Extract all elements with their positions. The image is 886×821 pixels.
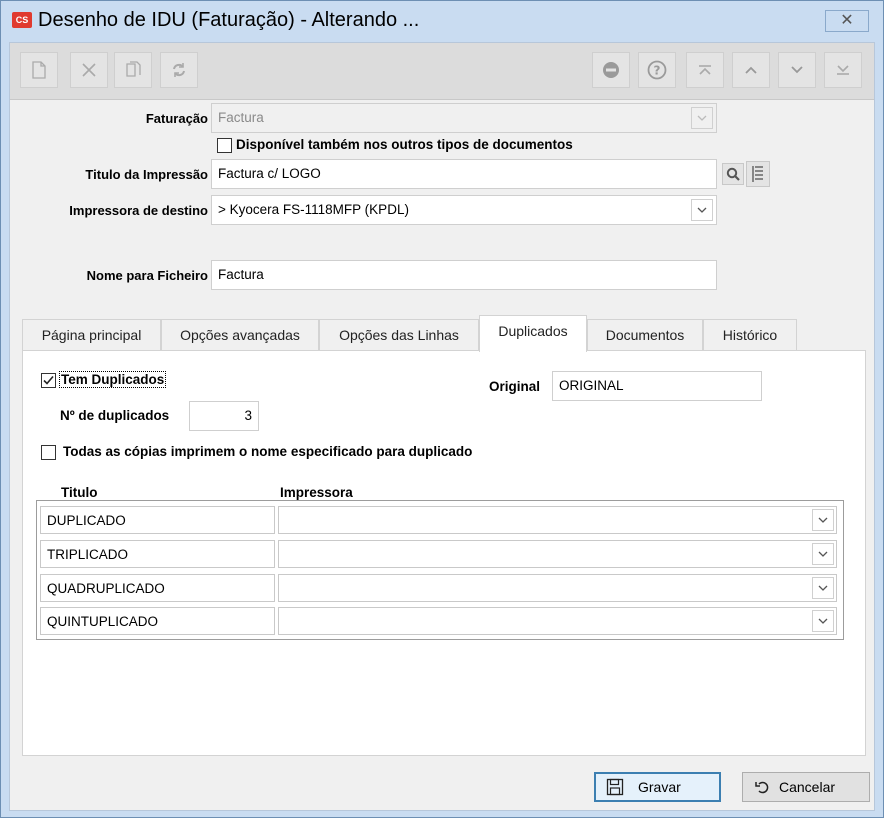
- save-icon: [606, 778, 624, 796]
- svg-text:?: ?: [654, 64, 661, 78]
- nome-ficheiro-label: Nome para Ficheiro: [86, 268, 208, 283]
- impressora-destino-select[interactable]: > Kyocera FS-1118MFP (KPDL): [211, 195, 717, 225]
- gravar-button[interactable]: Gravar: [594, 772, 721, 802]
- nome-ficheiro-value: Factura: [218, 267, 264, 282]
- client-area: ? Faturação Factura Disponível também no…: [9, 42, 875, 811]
- tab-duplicados[interactable]: Duplicados: [479, 315, 587, 352]
- nome-ficheiro-input[interactable]: Factura: [211, 260, 717, 290]
- column-header-titulo: Titulo: [61, 485, 98, 500]
- cancelar-button[interactable]: Cancelar: [742, 772, 870, 802]
- app-icon: CS: [12, 12, 32, 28]
- chevron-down-icon: [812, 610, 834, 632]
- search-button[interactable]: [722, 163, 744, 185]
- window-title: Desenho de IDU (Faturação) - Alterando .…: [38, 9, 420, 31]
- tab-pagina-principal[interactable]: Página principal: [22, 319, 161, 351]
- titulo-cell[interactable]: QUADRUPLICADO: [40, 574, 275, 602]
- delete-icon: [82, 63, 96, 77]
- chevron-down-icon: [812, 509, 834, 531]
- faturacao-select[interactable]: Factura: [211, 103, 717, 133]
- options-button[interactable]: [592, 52, 630, 88]
- first-record-icon: [699, 65, 711, 75]
- next-record-icon: [791, 66, 803, 74]
- num-duplicados-label: Nº de duplicados: [60, 408, 170, 423]
- chevron-down-icon: [691, 199, 713, 221]
- refresh-button[interactable]: [160, 52, 198, 88]
- tab-opcoes-das-linhas[interactable]: Opções das Linhas: [319, 319, 479, 351]
- num-duplicados-input[interactable]: 3: [189, 401, 259, 431]
- refresh-icon: [173, 63, 185, 77]
- search-icon: [726, 167, 740, 181]
- tem-duplicados-label: Tem Duplicados: [59, 371, 167, 388]
- original-input[interactable]: ORIGINAL: [552, 371, 762, 401]
- titulo-cell[interactable]: DUPLICADO: [40, 506, 275, 534]
- chevron-down-icon: [691, 107, 713, 129]
- titulo-impressao-label: Titulo da Impressão: [85, 167, 208, 182]
- tab-opcoes-avancadas[interactable]: Opções avançadas: [161, 319, 319, 351]
- checkmark-icon: [43, 375, 54, 385]
- previous-record-icon: [745, 66, 757, 74]
- duplicados-grid: DUPLICADO TRIPLICADO QUADRUPLICADO QUINT…: [36, 500, 844, 640]
- copy-button[interactable]: [114, 52, 152, 88]
- impressora-cell[interactable]: [278, 607, 837, 635]
- disponivel-label: Disponível também nos outros tipos de do…: [236, 137, 573, 152]
- tem-duplicados-checkbox[interactable]: [41, 373, 56, 388]
- impressora-destino-value: > Kyocera FS-1118MFP (KPDL): [218, 202, 409, 217]
- impressora-cell[interactable]: [278, 574, 837, 602]
- disponivel-checkbox[interactable]: [217, 138, 232, 153]
- list-button[interactable]: [746, 161, 770, 187]
- next-record-button[interactable]: [778, 52, 816, 88]
- list-icon: [752, 166, 763, 182]
- impressora-cell[interactable]: [278, 506, 837, 534]
- duplicados-panel: Tem Duplicados Original ORIGINAL Nº de d…: [22, 350, 866, 756]
- new-document-button[interactable]: [20, 52, 58, 88]
- last-record-icon: [837, 65, 849, 75]
- titulo-impressao-value: Factura c/ LOGO: [218, 166, 321, 181]
- copy-icon: [126, 61, 141, 77]
- help-button[interactable]: ?: [638, 52, 676, 88]
- first-record-button[interactable]: [686, 52, 724, 88]
- cancelar-label: Cancelar: [779, 779, 836, 795]
- last-record-button[interactable]: [824, 52, 862, 88]
- gravar-label: Gravar: [638, 779, 681, 795]
- original-label: Original: [489, 379, 541, 394]
- title-bar: CS Desenho de IDU (Faturação) - Alterand…: [1, 1, 883, 41]
- close-icon: ✕: [840, 12, 854, 29]
- impressora-cell[interactable]: [278, 540, 837, 568]
- help-icon: ?: [647, 60, 667, 80]
- original-value: ORIGINAL: [559, 378, 624, 393]
- titulo-impressao-input[interactable]: Factura c/ LOGO: [211, 159, 717, 189]
- titulo-cell[interactable]: TRIPLICADO: [40, 540, 275, 568]
- tab-historico[interactable]: Histórico: [703, 319, 797, 351]
- options-icon: [603, 62, 619, 78]
- dialog-window: CS Desenho de IDU (Faturação) - Alterand…: [0, 0, 884, 818]
- undo-icon: [755, 781, 769, 794]
- todas-copias-label: Todas as cópias imprimem o nome especifi…: [63, 444, 473, 459]
- faturacao-value: Factura: [218, 110, 264, 125]
- toolbar: ?: [10, 43, 874, 100]
- chevron-down-icon: [812, 543, 834, 565]
- column-header-impressora: Impressora: [280, 485, 353, 500]
- tab-documentos[interactable]: Documentos: [587, 319, 703, 351]
- close-button[interactable]: ✕: [825, 10, 869, 32]
- chevron-down-icon: [812, 577, 834, 599]
- titulo-cell[interactable]: QUINTUPLICADO: [40, 607, 275, 635]
- todas-copias-checkbox[interactable]: [41, 445, 56, 460]
- faturacao-label: Faturação: [145, 111, 208, 126]
- impressora-destino-label: Impressora de destino: [69, 203, 208, 218]
- new-document-icon: [32, 61, 46, 79]
- previous-record-button[interactable]: [732, 52, 770, 88]
- num-duplicados-value: 3: [244, 408, 252, 423]
- delete-button[interactable]: [70, 52, 108, 88]
